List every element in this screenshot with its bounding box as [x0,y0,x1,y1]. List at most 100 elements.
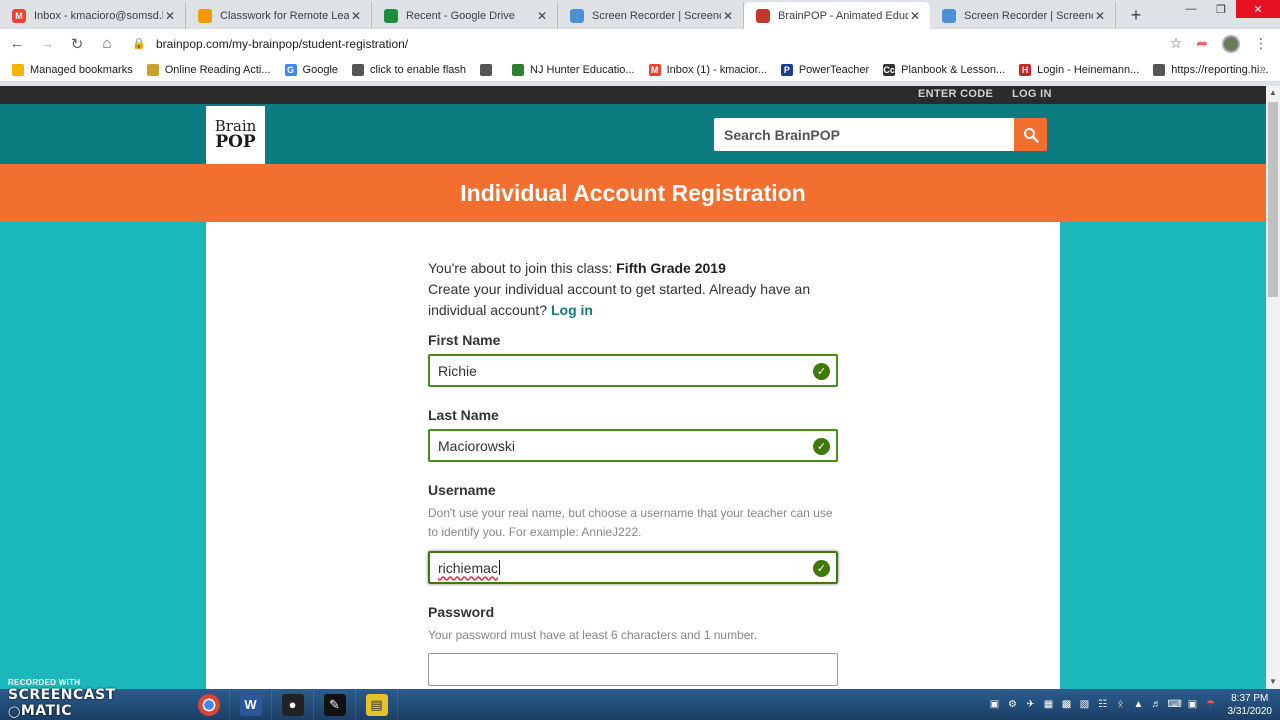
bookmarks-bar: Managed bookmarks Online Reading Acti... G… [0,58,1280,82]
bookmark-item[interactable]: Managed bookmarks [12,63,133,76]
shield-icon[interactable]: ☂ [1204,698,1218,712]
back-icon[interactable]: ← [4,35,30,52]
bookmark-item[interactable]: NJ Hunter Educatio... [512,63,635,76]
clock-time: 8:37 PM [1231,692,1269,704]
tab-close-icon[interactable]: ✕ [163,9,177,23]
browser-tab[interactable]: BrainPOP - Animated Educati ✕ [744,2,930,29]
search-icon [1023,127,1039,143]
intro-line2: Create your individual account to get st… [428,281,811,318]
bookmark-item[interactable]: G Google [284,63,338,76]
search-input[interactable]: Search BrainPOP [714,118,1014,151]
bookmark-label: PowerTeacher [798,63,870,76]
address-bar[interactable]: 🔒 brainpop.com/my-brainpop/student-regis… [132,32,1170,56]
logo-line2: POP [215,132,256,152]
tray-icon[interactable]: ▦ [1042,698,1056,712]
menu-dots-icon[interactable]: ⋮ [1254,35,1268,52]
notes-app-icon: ▤ [365,693,388,716]
tab-close-icon[interactable]: ✕ [908,9,922,23]
bookmark-favicon-icon [1153,63,1166,76]
bookmark-item[interactable]: Cc Planbook & Lesson... [883,63,1005,76]
minimize-icon[interactable]: — [1176,0,1206,18]
home-icon[interactable]: ⌂ [94,35,120,52]
scroll-down-icon[interactable]: ▼ [1266,675,1280,689]
tray-icon[interactable]: ⌨ [1168,698,1182,712]
volume-icon[interactable]: ♬ [1150,698,1164,712]
password-field[interactable] [428,653,838,686]
tab-favicon-icon: M [12,8,26,23]
tab-close-icon[interactable]: ✕ [349,9,363,23]
bookmark-favicon-icon: H [1019,63,1032,76]
bookmark-label: click to enable flash [370,63,467,76]
bookmark-item[interactable]: Online Reading Acti... [146,63,271,76]
scroll-up-icon[interactable]: ▲ [1266,86,1280,100]
bookmark-favicon-icon: M [648,63,661,76]
browser-tab[interactable]: Screen Recorder | Screencast✕ [930,2,1116,29]
bookmark-label: https://reporting.hi... [1171,63,1269,76]
first-name-value: Richie [438,362,477,379]
text-caret [498,560,500,575]
extension-icon[interactable]: ➦ [1196,35,1208,52]
log-in-inline-link[interactable]: Log in [551,302,593,318]
class-name: Fifth Grade 2019 [616,260,726,276]
bookmark-item[interactable]: click to enable flash [352,63,467,76]
bookmark-item[interactable]: P PowerTeacher [780,63,870,76]
browser-tab[interactable]: Recent - Google Drive ✕ [372,2,558,29]
bookmark-item[interactable] [480,63,498,76]
tray-icon[interactable]: ▣ [1186,698,1200,712]
watermark-suffix: MATIC [20,703,73,719]
tray-icon[interactable]: ▣ [988,698,1002,712]
bookmark-item[interactable]: https://reporting.hi... [1153,63,1269,76]
reload-icon[interactable]: ↻ [64,35,90,53]
tab-close-icon[interactable]: ✕ [1093,9,1107,23]
tray-icon[interactable]: ▩ [1060,698,1074,712]
last-name-value: Maciorowski [438,437,516,454]
page-scrollbar[interactable]: ▲ ▼ [1266,86,1280,689]
taskbar-app5[interactable]: ▤ [356,689,398,720]
network-icon[interactable]: ▲ [1132,698,1146,712]
browser-tab[interactable]: Classwork for Remote Learnin✕ [186,2,372,29]
bluetooth-icon[interactable]: ᛟ [1114,698,1128,712]
profile-avatar[interactable] [1222,34,1240,53]
browser-tab[interactable]: Screen Recorder | Screencast✕ [558,2,744,29]
system-clock[interactable]: 8:37 PM 3/31/2020 [1228,692,1273,718]
bookmark-star-icon[interactable]: ☆ [1170,35,1183,52]
scrollbar-thumb[interactable] [1268,102,1278,297]
window-controls: — ❐ ✕ [1176,0,1280,18]
forward-icon[interactable]: → [34,35,60,52]
valid-check-icon: ✓ [813,560,830,577]
taskbar-word[interactable]: W [230,689,272,720]
taskbar-chrome[interactable] [188,689,230,720]
tray-icon[interactable]: ⚙ [1006,698,1020,712]
bookmark-label: Inbox (1) - kmacior... [666,63,767,76]
tray-icon[interactable]: ✈ [1024,698,1038,712]
username-field[interactable]: richiemac ✓ [428,551,838,584]
enter-code-link[interactable]: ENTER CODE [918,88,993,100]
close-window-icon[interactable]: ✕ [1236,0,1280,18]
last-name-field[interactable]: Maciorowski ✓ [428,429,838,462]
tray-icon[interactable]: ▧ [1078,698,1092,712]
restore-icon[interactable]: ❐ [1206,0,1236,18]
bookmarks-overflow-icon[interactable]: » [1260,63,1266,75]
tab-close-icon[interactable]: ✕ [721,9,735,23]
screencast-watermark: RECORDED WITH SCREENCAST ◯MATIC [8,678,173,720]
new-tab-button[interactable]: + [1122,1,1150,29]
bookmark-item[interactable]: H Login - Heinemann... [1019,63,1139,76]
camera-app-icon: ● [281,693,304,716]
log-in-link[interactable]: LOG IN [1012,88,1052,100]
taskbar-app3[interactable]: ● [272,689,314,720]
tray-icon[interactable]: ☷ [1096,698,1110,712]
bookmark-favicon-icon: P [780,63,793,76]
intro-text: You're about to join this class: Fifth G… [428,258,848,321]
search-button[interactable] [1014,118,1047,151]
top-utility-bar: ENTER CODE LOG IN [0,86,1266,104]
password-hint: Your password must have at least 6 chara… [428,628,758,642]
word-icon: W [239,693,262,716]
first-name-field[interactable]: Richie ✓ [428,354,838,387]
browser-tab[interactable]: M Inbox - kmacioro@somsd.k12✕ [0,2,186,29]
tab-favicon-icon [942,8,956,23]
taskbar-app4[interactable]: ✎ [314,689,356,720]
bookmark-item[interactable]: M Inbox (1) - kmacior... [648,63,767,76]
brainpop-logo[interactable]: Brain POP [206,106,265,164]
last-name-label: Last Name [428,407,499,423]
tab-close-icon[interactable]: ✕ [535,9,549,23]
